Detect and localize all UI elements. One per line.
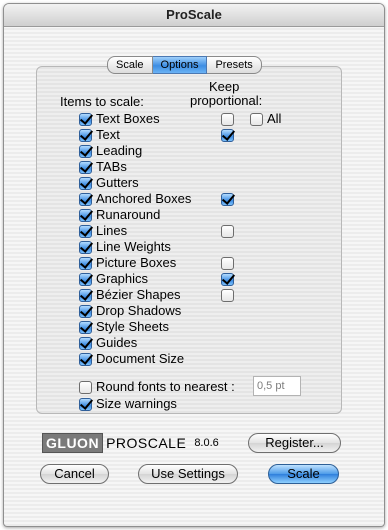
item-label: Drop Shadows — [96, 303, 182, 318]
item-checkbox[interactable] — [79, 225, 92, 238]
use-settings-button[interactable]: Use Settings — [138, 464, 238, 484]
keep-proportional-checkbox[interactable] — [221, 193, 234, 206]
size-warnings-checkbox[interactable] — [79, 398, 92, 411]
item-label: TABs — [96, 159, 127, 174]
gluon-proscale-logo: GLUON PROSCALE 8.0.6 — [42, 433, 219, 453]
keep-proportional-header-line1: Keep — [209, 79, 240, 94]
item-checkbox[interactable] — [79, 289, 92, 302]
item-label: Text — [96, 127, 120, 142]
item-checkbox[interactable] — [79, 193, 92, 206]
item-label: Picture Boxes — [96, 255, 177, 270]
item-checkbox[interactable] — [79, 145, 92, 158]
keep-proportional-checkbox[interactable] — [221, 289, 234, 302]
item-label: Text Boxes — [96, 111, 160, 126]
tab-options[interactable]: Options — [152, 56, 208, 74]
logo-company: GLUON — [42, 433, 104, 453]
round-fonts-label: Round fonts to nearest : — [96, 379, 235, 394]
scale-button[interactable]: Scale — [268, 464, 339, 484]
version-label: 8.0.6 — [194, 437, 219, 449]
keep-all-checkbox[interactable] — [250, 113, 263, 126]
item-checkbox[interactable] — [79, 209, 92, 222]
item-label: Lines — [96, 223, 128, 238]
item-label: Graphics — [96, 271, 149, 286]
item-checkbox[interactable] — [79, 305, 92, 318]
item-checkbox[interactable] — [79, 321, 92, 334]
item-label: Anchored Boxes — [96, 191, 192, 206]
round-value-field[interactable]: 0,5 pt — [253, 376, 301, 396]
tab-scale[interactable]: Scale — [107, 56, 153, 74]
item-checkbox[interactable] — [79, 273, 92, 286]
item-checkbox[interactable] — [79, 241, 92, 254]
keep-proportional-checkbox[interactable] — [221, 129, 234, 142]
item-checkbox[interactable] — [79, 129, 92, 142]
window-title: ProScale — [166, 7, 222, 22]
item-label: Guides — [96, 335, 138, 350]
item-label: Gutters — [96, 175, 139, 190]
keep-proportional-checkbox[interactable] — [221, 257, 234, 270]
item-checkbox[interactable] — [79, 353, 92, 366]
tab-presets[interactable]: Presets — [207, 56, 262, 74]
keep-proportional-checkbox[interactable] — [221, 113, 234, 126]
item-label: Style Sheets — [96, 319, 169, 334]
item-label: Line Weights — [96, 239, 171, 254]
logo-product: PROSCALE — [106, 435, 187, 451]
cancel-button[interactable]: Cancel — [40, 464, 109, 484]
item-label: Bézier Shapes — [96, 287, 181, 302]
item-label: Document Size — [96, 351, 185, 366]
keep-proportional-checkbox[interactable] — [221, 273, 234, 286]
item-label: Runaround — [96, 207, 161, 222]
keep-proportional-checkbox[interactable] — [221, 225, 234, 238]
item-checkbox[interactable] — [79, 161, 92, 174]
title-bar[interactable]: ProScale — [4, 4, 384, 27]
items-to-scale-header: Items to scale: — [60, 94, 144, 109]
item-checkbox[interactable] — [79, 337, 92, 350]
keep-all-label: All — [267, 111, 282, 126]
round-fonts-checkbox[interactable] — [79, 381, 92, 394]
item-checkbox[interactable] — [79, 113, 92, 126]
keep-proportional-header-line2: proportional: — [190, 93, 263, 108]
register-button[interactable]: Register... — [248, 433, 341, 453]
item-checkbox[interactable] — [79, 177, 92, 190]
item-checkbox[interactable] — [79, 257, 92, 270]
item-label: Leading — [96, 143, 143, 158]
tab-bar: Scale Options Presets — [107, 56, 262, 74]
size-warnings-label: Size warnings — [96, 396, 177, 411]
